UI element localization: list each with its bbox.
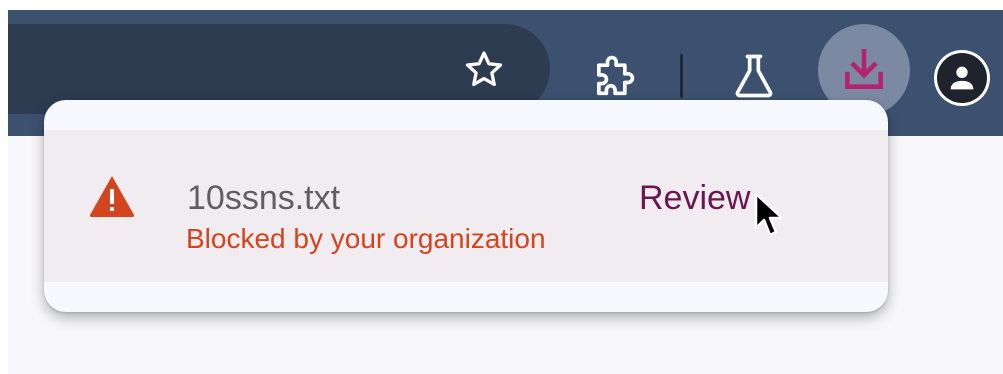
labs-button[interactable]	[726, 48, 782, 104]
puzzle-piece-icon	[596, 55, 635, 96]
warning-triangle-icon	[89, 176, 135, 217]
mouse-cursor-icon	[754, 192, 784, 237]
browser-window: 10ssns.txt Blocked by your organization …	[0, 0, 1003, 374]
bookmark-star-button[interactable]	[460, 46, 508, 94]
toolbar-separator	[680, 54, 683, 98]
download-icon	[845, 48, 883, 89]
download-status: Blocked by your organization	[186, 223, 546, 254]
profile-avatar-button[interactable]	[934, 50, 990, 106]
extensions-button[interactable]	[586, 48, 642, 104]
star-outline-icon	[465, 51, 503, 87]
review-button[interactable]: Review	[639, 178, 750, 218]
avatar	[937, 53, 987, 103]
person-icon	[950, 66, 974, 90]
flask-icon	[735, 54, 773, 98]
download-filename: 10ssns.txt	[187, 179, 341, 217]
